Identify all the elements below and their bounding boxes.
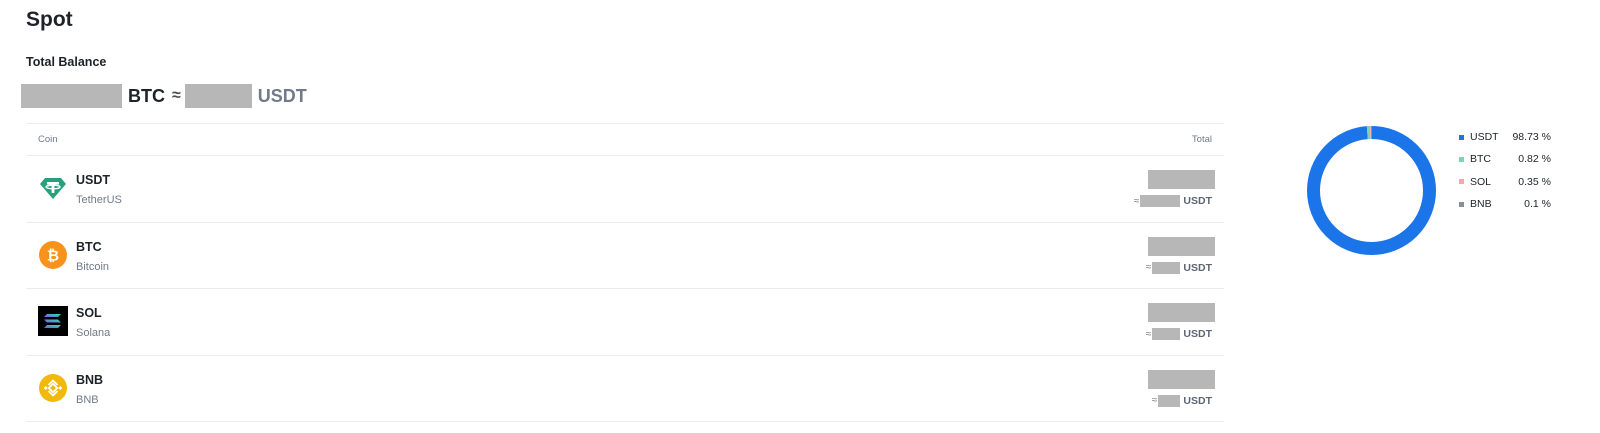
redacted-amount (1148, 236, 1215, 256)
bnb-icon (38, 373, 68, 403)
table-row[interactable]: BNB BNB ≈ USDT (26, 356, 1224, 422)
approx-symbol: ≈ (172, 87, 181, 104)
redacted-usdt-balance (184, 84, 252, 108)
legend-label: BNB (1470, 198, 1492, 211)
total-balance: BTC ≈ USDT (21, 84, 307, 108)
total-balance-label: Total Balance (26, 55, 107, 69)
bitcoin-icon: ₿ (38, 240, 68, 270)
legend-percent: 0.82 % (1518, 153, 1551, 166)
spot-wallet-page: Spot Total Balance BTC ≈ USDT Coin Total… (0, 0, 1600, 433)
coin-symbol: BTC (76, 239, 102, 254)
redacted-usdt-value (1158, 394, 1181, 407)
table-row[interactable]: USDT TetherUS ≈ USDT (26, 156, 1224, 223)
approx-value: ≈ USDT (1152, 394, 1212, 408)
coin-symbol: SOL (76, 306, 102, 320)
coin-name: Bitcoin (76, 260, 110, 273)
legend-dot (1459, 134, 1464, 140)
approx-value: ≈ USDT (1146, 261, 1212, 275)
redacted-amount (1148, 369, 1215, 389)
coin-name: TetherUS (76, 194, 122, 206)
coin-symbol: USDT (76, 173, 111, 187)
legend-dot (1459, 179, 1464, 185)
legend-percent: 98.73 % (1512, 131, 1551, 144)
legend-item-btc[interactable]: BTC 0.82 % (1459, 148, 1551, 170)
legend-label: BTC (1470, 153, 1491, 166)
legend-label: USDT (1470, 131, 1499, 144)
approx-unit: USDT (1183, 261, 1212, 274)
approx-symbol: ≈ (1151, 395, 1158, 406)
svg-text:₿: ₿ (47, 246, 59, 264)
legend-percent: 0.35 % (1518, 175, 1551, 188)
donut-slice-usdt[interactable] (1307, 126, 1436, 255)
column-header-coin[interactable]: Coin (38, 134, 58, 145)
balance-btc-unit: BTC (128, 85, 165, 106)
legend-dot (1459, 201, 1464, 207)
approx-symbol: ≈ (1145, 262, 1152, 273)
table-row[interactable]: SOL Solana ≈ USDT (26, 289, 1224, 356)
legend-dot (1459, 156, 1464, 162)
approx-unit: USDT (1183, 328, 1212, 340)
column-header-total[interactable]: Total (1192, 134, 1212, 145)
redacted-usdt-value (1140, 195, 1181, 207)
legend-label: SOL (1470, 175, 1492, 188)
legend-item-sol[interactable]: SOL 0.35 % (1459, 171, 1551, 193)
coin-name: BNB (76, 393, 99, 406)
approx-symbol: ≈ (1133, 195, 1140, 207)
allocation-legend: USDT 98.73 % BTC 0.82 % SOL 0.35 % BNB 0… (1459, 126, 1551, 215)
legend-item-usdt[interactable]: USDT 98.73 % (1459, 126, 1551, 148)
table-row[interactable]: ₿ BTC Bitcoin ≈ USDT (26, 223, 1224, 289)
asset-table: Coin Total USDT TetherUS ≈ USDT ₿ BTC Bi… (26, 123, 1224, 422)
redacted-usdt-value (1152, 261, 1181, 274)
legend-item-bnb[interactable]: BNB 0.1 % (1459, 193, 1551, 215)
balance-usdt-unit: USDT (257, 85, 307, 106)
approx-symbol: ≈ (1145, 328, 1152, 340)
table-header: Coin Total (26, 124, 1224, 156)
approx-value: ≈ USDT (1134, 194, 1212, 208)
coin-name: Solana (76, 327, 111, 339)
approx-unit: USDT (1183, 195, 1212, 207)
legend-percent: 0.1 % (1524, 198, 1551, 211)
allocation-donut-chart[interactable] (1305, 124, 1438, 257)
redacted-usdt-value (1152, 328, 1181, 340)
redacted-amount (1148, 170, 1215, 189)
approx-unit: USDT (1183, 394, 1212, 407)
tether-icon (38, 173, 68, 203)
page-title: Spot (26, 8, 73, 31)
coin-symbol: BNB (76, 372, 104, 387)
redacted-btc-balance (21, 84, 122, 108)
redacted-amount (1148, 303, 1215, 322)
solana-icon (38, 306, 68, 336)
approx-value: ≈ USDT (1146, 327, 1212, 341)
